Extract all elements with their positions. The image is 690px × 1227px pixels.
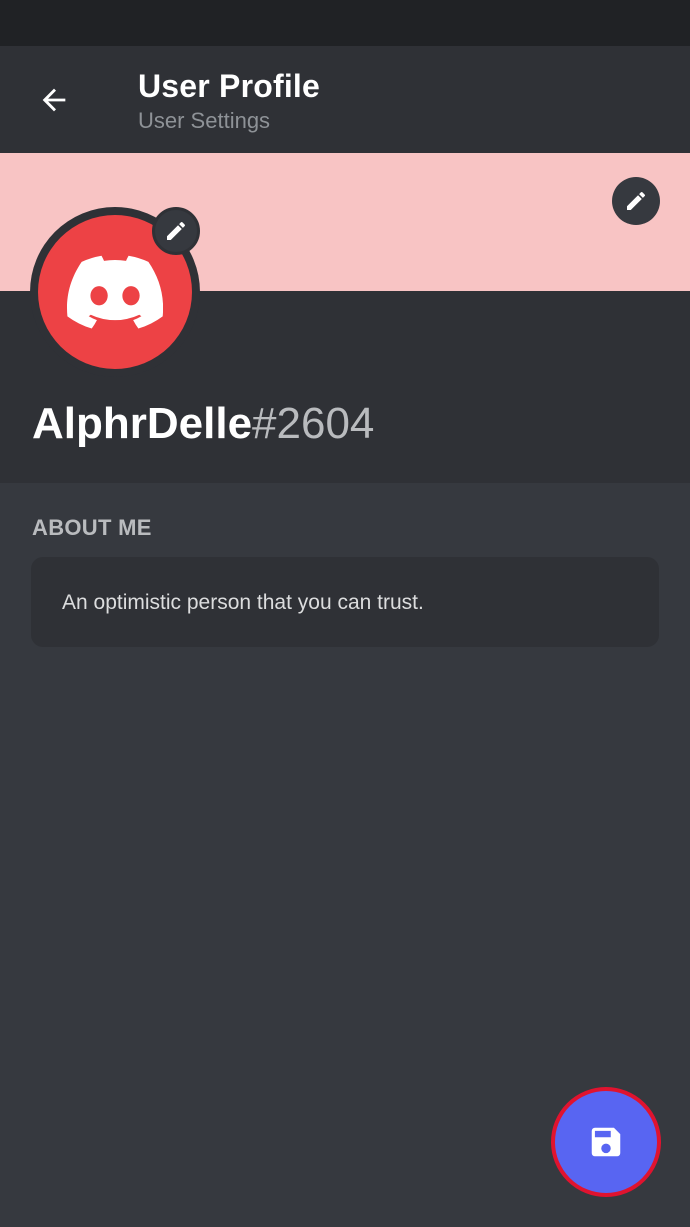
status-bar: [0, 0, 690, 46]
floppy-disk-icon: [591, 1127, 621, 1157]
username-line: AlphrDelle#2604: [32, 399, 374, 449]
arrow-left-icon: [42, 88, 66, 112]
back-button[interactable]: [24, 76, 84, 124]
discriminator: #2604: [252, 399, 375, 448]
save-button[interactable]: [551, 1087, 661, 1197]
edit-avatar-button[interactable]: [152, 207, 200, 255]
pencil-icon: [627, 191, 646, 210]
about-me-text: An optimistic person that you can trust.: [62, 591, 424, 614]
username: AlphrDelle: [32, 399, 253, 448]
pencil-icon: [167, 221, 186, 240]
about-me-label: ABOUT ME: [32, 515, 152, 540]
app-header: User Profile User Settings: [0, 46, 690, 153]
about-me-field[interactable]: An optimistic person that you can trust.: [31, 557, 659, 647]
edit-banner-button[interactable]: [612, 177, 660, 225]
discord-logo-icon: [67, 255, 163, 329]
page-subtitle: User Settings: [138, 108, 271, 133]
page-title: User Profile: [138, 68, 321, 104]
user-profile-screen: User Profile User Settings AlphrDelle#26…: [0, 0, 690, 1227]
profile-card: AlphrDelle#2604: [0, 153, 690, 483]
